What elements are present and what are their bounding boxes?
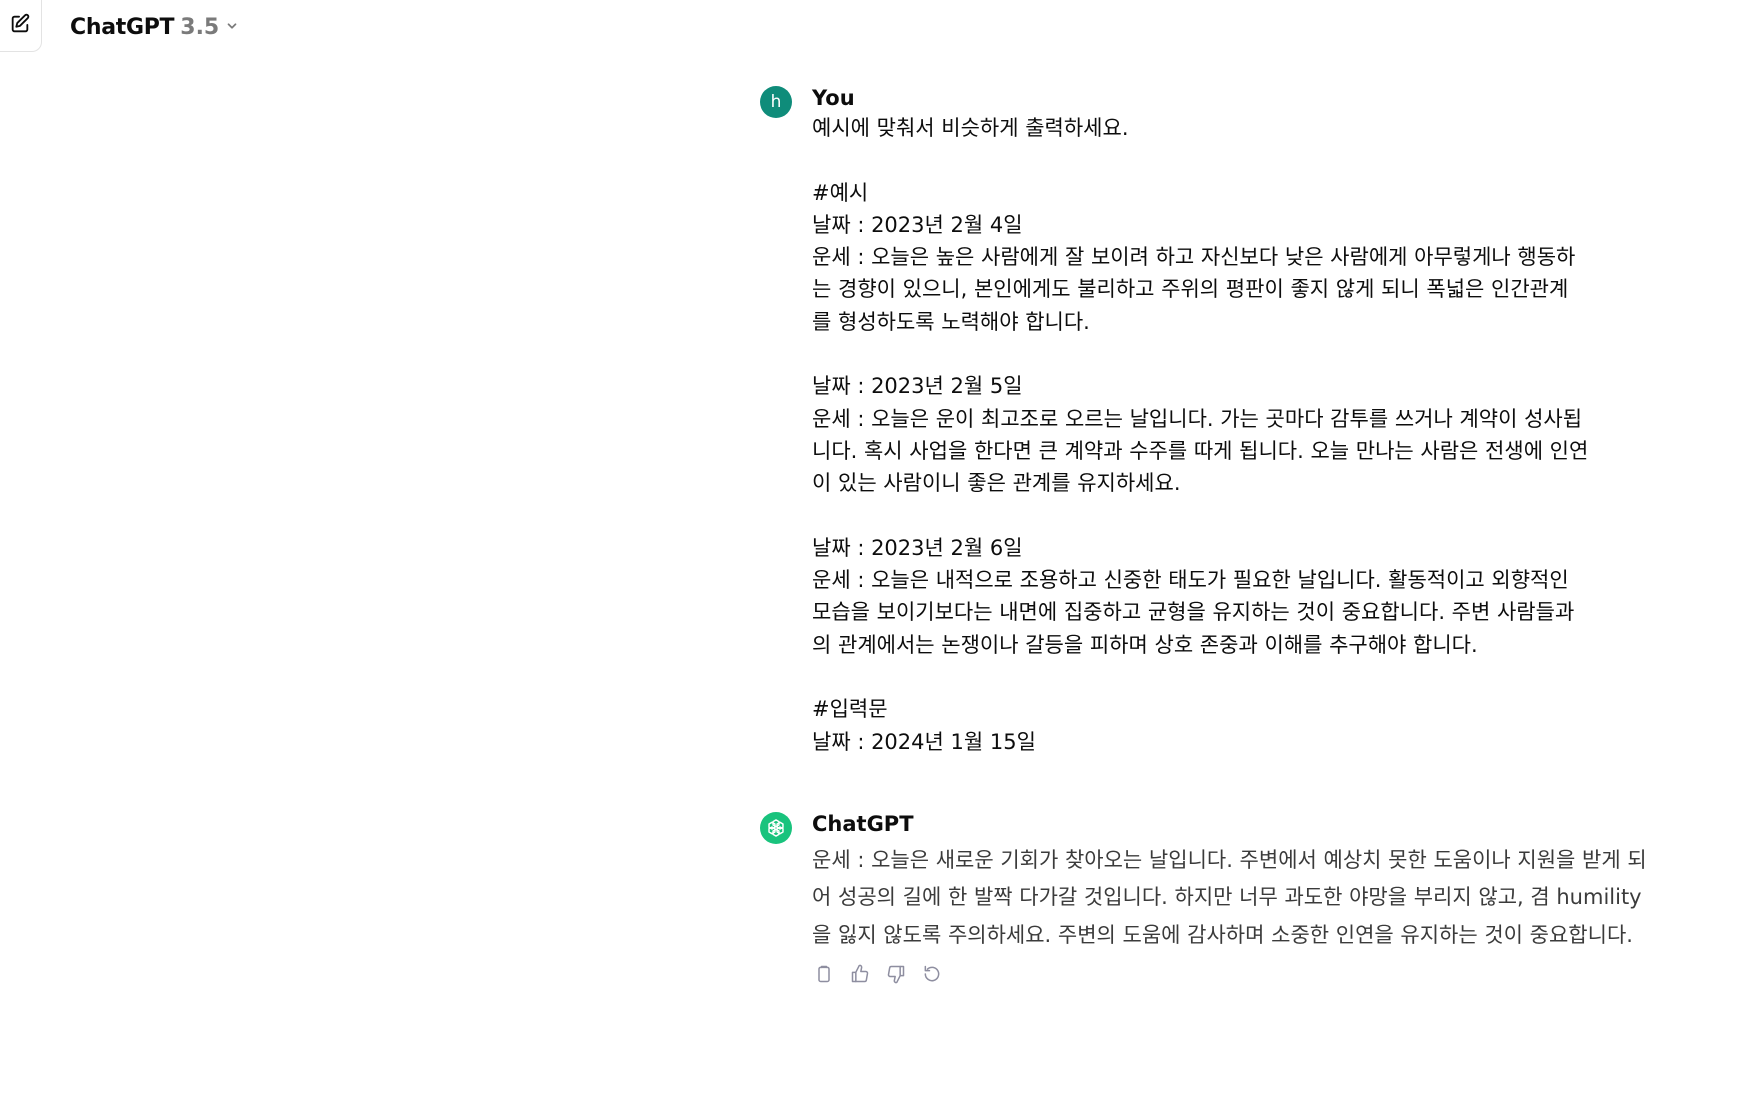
assistant-message: ChatGPT 운세 : 오늘은 새로운 기회가 찾아오는 날입니다. 주변에서… [760,810,1660,989]
model-selector[interactable]: ChatGPT 3.5 [60,10,249,44]
model-name: ChatGPT [70,14,175,40]
model-version: 3.5 [180,14,220,40]
thumbs-down-icon [886,964,906,988]
user-message-text: 예시에 맞춰서 비슷하게 출력하세요. #예시 날짜 : 2023년 2월 4일… [812,116,1589,754]
new-chat-button[interactable] [0,0,42,52]
regenerate-icon [922,964,942,988]
thumbs-up-button[interactable] [848,964,872,988]
message-actions [812,964,1660,988]
openai-logo-icon [760,811,792,844]
copy-button[interactable] [812,964,836,988]
thumbs-up-icon [850,964,870,988]
conversation-thread: h You 예시에 맞춰서 비슷하게 출력하세요. #예시 날짜 : 2023년… [760,84,1660,988]
assistant-author-name: ChatGPT [812,811,914,836]
user-message: h You 예시에 맞춰서 비슷하게 출력하세요. #예시 날짜 : 2023년… [760,84,1660,758]
assistant-message-text: 운세 : 오늘은 새로운 기회가 찾아오는 날입니다. 주변에서 예상치 못한 … [812,847,1647,947]
clipboard-icon [814,964,834,988]
user-avatar: h [760,86,792,118]
regenerate-button[interactable] [920,964,944,988]
edit-icon [9,13,31,39]
chevron-down-icon [225,18,239,37]
avatar-letter: h [770,92,782,112]
thumbs-down-button[interactable] [884,964,908,988]
user-author-name: You [812,86,855,110]
